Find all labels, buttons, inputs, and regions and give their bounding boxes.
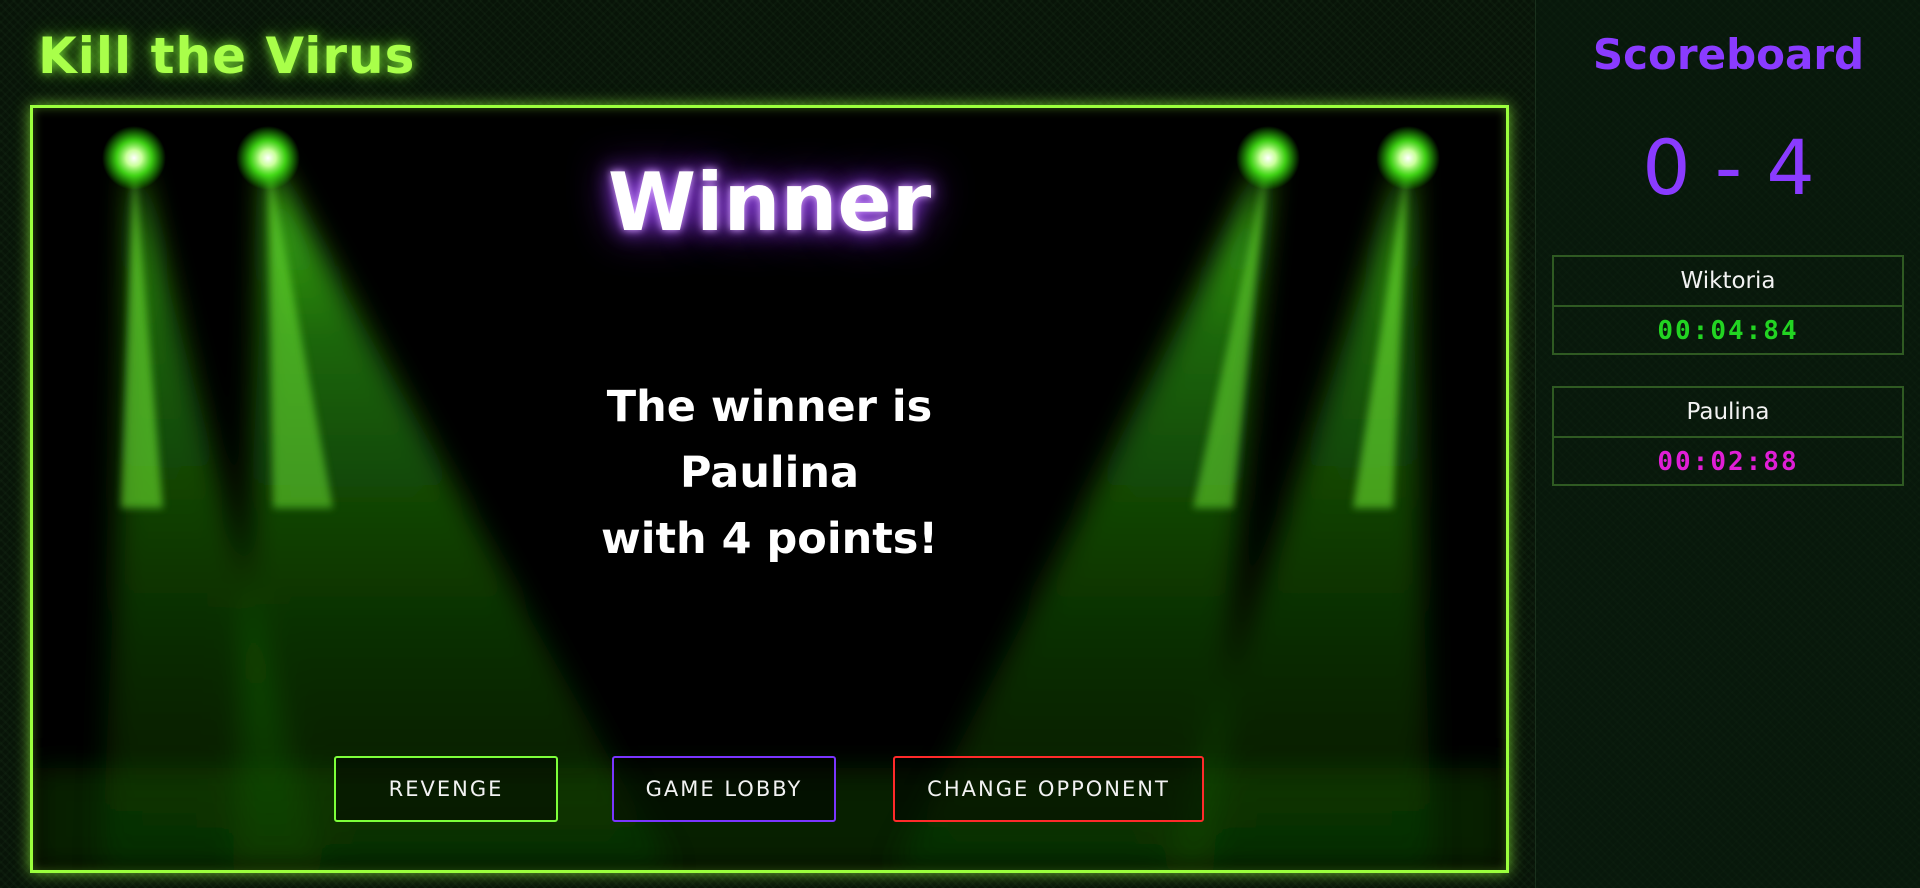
winner-name: Paulina xyxy=(679,448,860,498)
game-lobby-button[interactable]: GAME LOBBY xyxy=(612,756,836,822)
player-card: Paulina 00:02:88 xyxy=(1552,386,1904,486)
player-name: Paulina xyxy=(1554,388,1902,438)
player-time: 00:02:88 xyxy=(1657,447,1799,477)
scoreboard-panel: Scoreboard 0 - 4 Wiktoria 00:04:84 Pauli… xyxy=(1535,0,1920,888)
winner-heading: Winner xyxy=(607,156,932,249)
player-name: Wiktoria xyxy=(1554,257,1902,307)
winner-stage: Winner The winner is Paulina with 4 poin… xyxy=(30,105,1509,873)
winner-message: The winner is Paulina with 4 points! xyxy=(33,374,1506,572)
winner-message-line: with 4 points! xyxy=(601,514,938,564)
scoreboard-title: Scoreboard xyxy=(1592,30,1865,79)
revenge-button[interactable]: REVENGE xyxy=(334,756,558,822)
player-time: 00:04:84 xyxy=(1657,316,1799,346)
player-card: Wiktoria 00:04:84 xyxy=(1552,255,1904,355)
score-display: 0 - 4 xyxy=(1642,123,1815,212)
change-opponent-button[interactable]: CHANGE OPPONENT xyxy=(893,756,1204,822)
game-title: Kill the Virus xyxy=(38,27,416,85)
winner-message-line: The winner is xyxy=(606,382,933,432)
